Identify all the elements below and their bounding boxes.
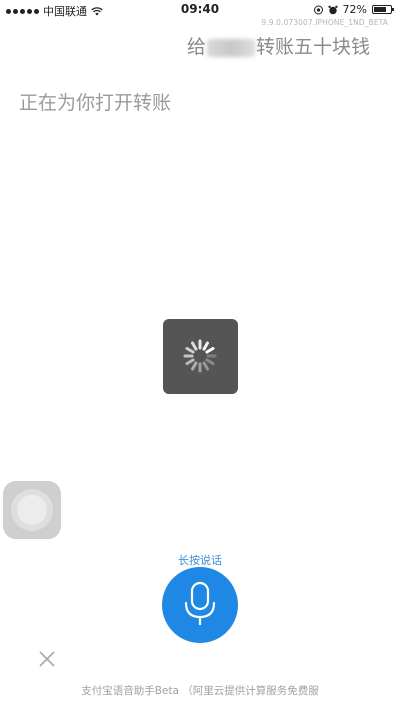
alarm-icon [327, 5, 338, 14]
query-prefix: 给 [186, 36, 206, 58]
screen: 中国联通 09:40 72% 9.9.0.073007.IPHONE_1ND_B… [0, 0, 400, 711]
press-to-talk-hint: 长按说话 [178, 554, 222, 567]
location-icon [313, 5, 323, 14]
assistive-touch-button[interactable] [3, 481, 61, 539]
close-icon[interactable] [38, 650, 56, 668]
microphone-icon [184, 581, 216, 625]
spinner-icon [183, 339, 217, 373]
query-suffix: 转账五十块钱 [255, 36, 370, 58]
status-bar: 中国联通 09:40 72% [0, 0, 400, 20]
microphone-button[interactable] [162, 567, 238, 643]
loading-spinner [163, 319, 238, 394]
footer-disclaimer: 支付宝语音助手Beta （阿里云提供计算服务免费服 [81, 685, 319, 697]
battery-level [374, 7, 386, 12]
status-message: 正在为你打开转账 [19, 92, 172, 114]
redacted-name [206, 38, 255, 57]
battery-icon [372, 5, 394, 14]
voice-query-text: 给 转账五十块钱 [187, 32, 370, 59]
status-bar-right: 72% [313, 3, 394, 16]
battery-percent: 72% [342, 3, 367, 16]
version-label: 9.9.0.073007.IPHONE_1ND_BETA [261, 18, 388, 27]
